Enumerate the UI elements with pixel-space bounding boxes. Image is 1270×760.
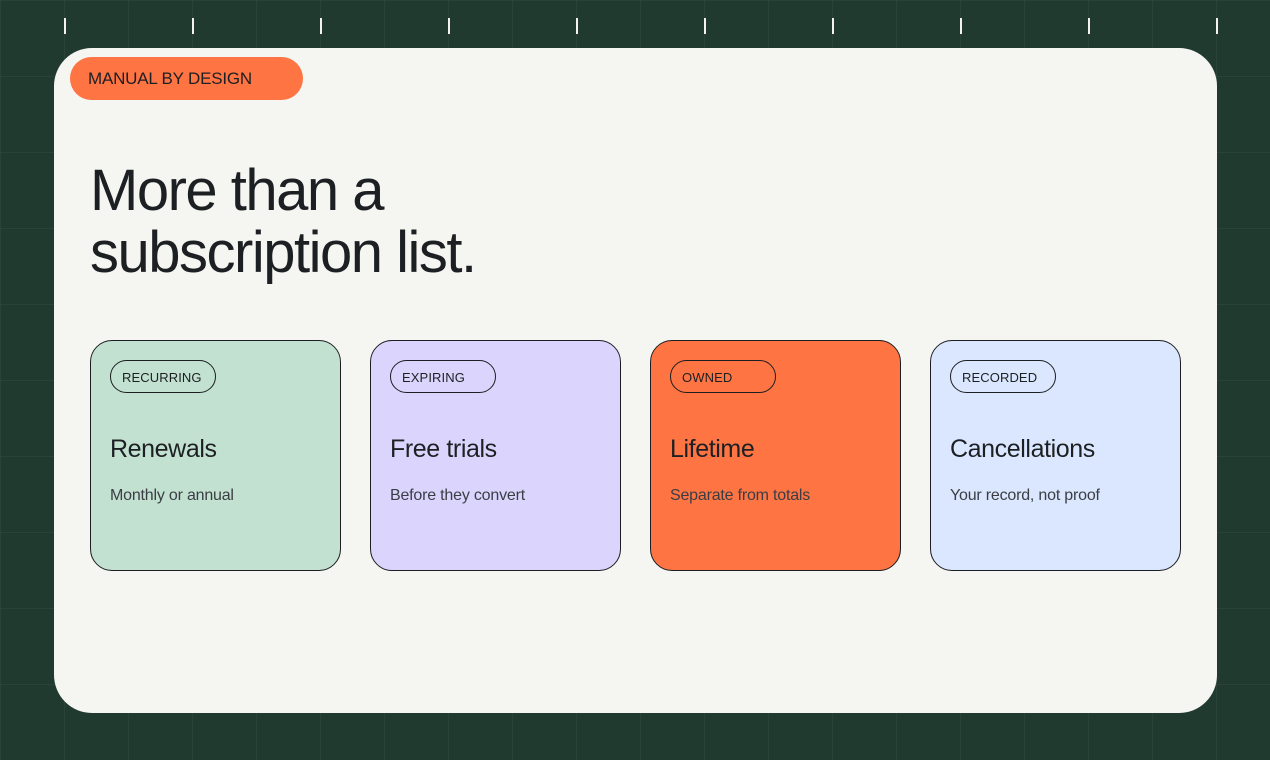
card-subtitle: Before they convert [390,487,525,504]
ruler-tick [704,18,706,34]
ruler-tick [1216,18,1218,34]
ruler-tick [576,18,578,34]
card-cancellations: RECORDED Cancellations Your record, not … [930,340,1181,571]
page-title-line-1: More than a [90,158,385,223]
ruler-tick [448,18,450,34]
card-tag: RECORDED [950,360,1056,393]
card-subtitle: Separate from totals [670,487,811,504]
card-tag: EXPIRING [390,360,496,393]
ruler-tick [192,18,194,34]
card-subtitle: Your record, not proof [950,487,1100,504]
card-subtitle: Monthly or annual [110,487,234,504]
section-badge: MANUAL BY DESIGN [70,57,303,100]
ruler-tick [64,18,66,34]
page-title-line-2: subscription list. [90,220,477,285]
ruler-tick [960,18,962,34]
ruler-tick [320,18,322,34]
ruler-tick [1088,18,1090,34]
card-lifetime: OWNED Lifetime Separate from totals [650,340,901,571]
card-tag: RECURRING [110,360,216,393]
card-title: Cancellations [950,435,1095,463]
card-renewals: RECURRING Renewals Monthly or annual [90,340,341,571]
page-title: More than a subscription list. [90,160,590,284]
feature-cards: RECURRING Renewals Monthly or annual EXP… [90,340,1181,571]
card-tag: OWNED [670,360,776,393]
card-title: Lifetime [670,435,755,463]
ruler-tick [832,18,834,34]
card-title: Renewals [110,435,217,463]
feature-panel: MANUAL BY DESIGN More than a subscriptio… [54,48,1217,713]
card-title: Free trials [390,435,497,463]
card-free-trials: EXPIRING Free trials Before they convert [370,340,621,571]
